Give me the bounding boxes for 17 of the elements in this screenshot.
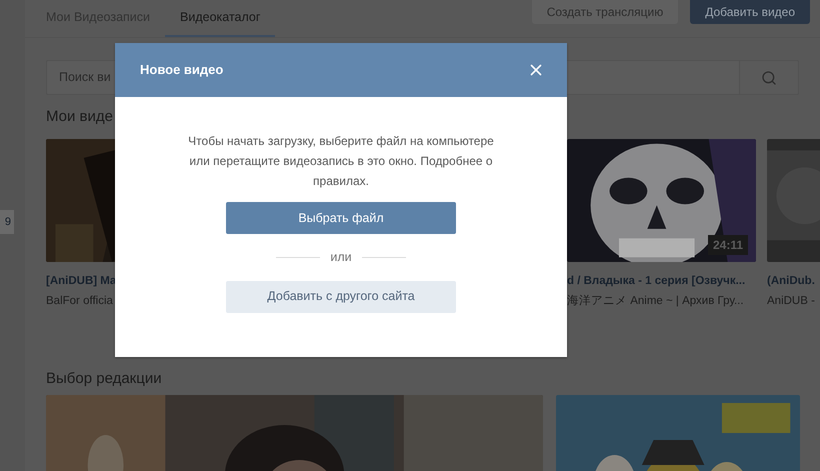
video-channel[interactable]: BalFor officia bbox=[46, 292, 113, 310]
choose-file-button[interactable]: Выбрать файл bbox=[226, 202, 456, 234]
section-heading: Выбор редакции bbox=[46, 369, 162, 389]
tab[interactable]: Видеокаталог bbox=[165, 0, 276, 37]
video-channel[interactable]: 海洋アニメ Anime ~ | Архив Гру... bbox=[567, 292, 744, 310]
add-video-button[interactable]: Добавить видео bbox=[690, 0, 810, 24]
count-badge: 9 bbox=[0, 210, 14, 234]
video-channel[interactable]: AniDUB - bbox=[767, 292, 815, 310]
dialog-title: Новое видео bbox=[140, 61, 224, 80]
or-separator: или bbox=[330, 249, 352, 266]
upload-instructions: Чтобы начать загрузку, выберите файл на компьютере или перетащите видеозапись в это окно. Подробнее о правилах. bbox=[187, 133, 495, 190]
video-title[interactable]: d / Владыка - 1 серия [Озвучк... bbox=[567, 272, 746, 290]
search-icon bbox=[761, 70, 777, 86]
video-title[interactable]: (AniDub. bbox=[767, 272, 815, 290]
video-duration: 24:11 bbox=[708, 234, 748, 254]
add-from-site-button[interactable]: Добавить с другого сайта bbox=[226, 280, 456, 313]
section-heading: Мои виде bbox=[46, 107, 113, 127]
